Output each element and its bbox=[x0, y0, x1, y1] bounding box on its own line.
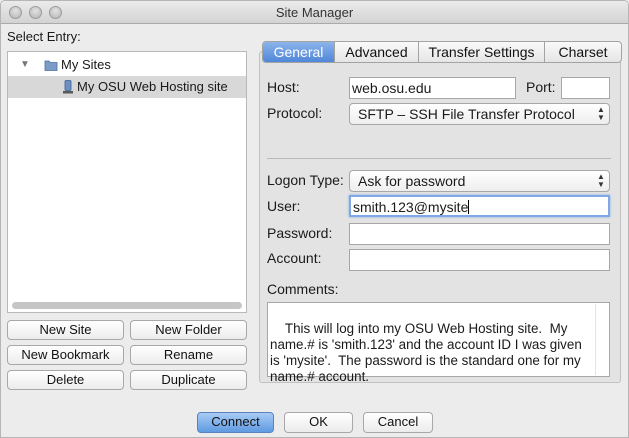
user-input[interactable]: smith.123@mysite bbox=[349, 195, 610, 217]
text-caret bbox=[468, 200, 470, 214]
cancel-button[interactable]: Cancel bbox=[363, 412, 433, 433]
tree-item-label: My Sites bbox=[61, 57, 111, 72]
account-input[interactable] bbox=[349, 249, 610, 271]
site-manager-window: Site Manager Select Entry: ▼ My Sites My… bbox=[0, 0, 629, 438]
connect-button[interactable]: Connect bbox=[197, 412, 274, 433]
tree-item-label: My OSU Web Hosting site bbox=[77, 79, 228, 94]
comments-textarea[interactable]: This will log into my OSU Web Hosting si… bbox=[267, 302, 610, 384]
port-input[interactable] bbox=[561, 77, 610, 99]
protocol-select[interactable]: SFTP – SSH File Transfer Protocol ▲ ▼ bbox=[349, 103, 610, 125]
server-icon bbox=[63, 80, 73, 94]
tree-item-my-sites[interactable]: ▼ My Sites bbox=[8, 54, 246, 76]
section-divider bbox=[267, 158, 611, 159]
tab-transfer-settings[interactable]: Transfer Settings bbox=[419, 42, 545, 62]
title-bar[interactable]: Site Manager bbox=[1, 1, 628, 24]
host-input[interactable]: web.osu.edu bbox=[349, 77, 516, 99]
port-label: Port: bbox=[526, 79, 556, 95]
rename-button[interactable]: Rename bbox=[130, 345, 247, 365]
protocol-label: Protocol: bbox=[267, 105, 323, 121]
settings-tabs: General Advanced Transfer Settings Chars… bbox=[262, 41, 622, 63]
window-title: Site Manager bbox=[275, 5, 354, 20]
protocol-selected-value: SFTP – SSH File Transfer Protocol bbox=[358, 106, 575, 122]
host-label: Host: bbox=[267, 79, 300, 95]
new-bookmark-button[interactable]: New Bookmark bbox=[7, 345, 124, 365]
logon-type-label: Logon Type: bbox=[267, 172, 344, 188]
comments-label: Comments: bbox=[267, 281, 339, 297]
new-site-button[interactable]: New Site bbox=[7, 320, 124, 340]
logon-type-selected-value: Ask for password bbox=[358, 173, 466, 189]
new-folder-button[interactable]: New Folder bbox=[130, 320, 247, 340]
password-input[interactable] bbox=[349, 223, 610, 245]
user-input-value: smith.123@mysite bbox=[353, 199, 469, 215]
duplicate-button[interactable]: Duplicate bbox=[130, 370, 247, 390]
delete-button[interactable]: Delete bbox=[7, 370, 124, 390]
disclosure-triangle-icon[interactable]: ▼ bbox=[20, 54, 30, 76]
vertical-scrollbar[interactable] bbox=[595, 304, 608, 375]
tree-item-osu-site[interactable]: My OSU Web Hosting site bbox=[8, 76, 246, 98]
site-tree[interactable]: ▼ My Sites My OSU Web Hosting site bbox=[7, 51, 247, 313]
user-label: User: bbox=[267, 198, 301, 214]
ok-button[interactable]: OK bbox=[284, 412, 353, 433]
account-label: Account: bbox=[267, 250, 322, 266]
logon-type-select[interactable]: Ask for password ▲ ▼ bbox=[349, 170, 610, 192]
tab-general[interactable]: General bbox=[263, 42, 335, 62]
password-label: Password: bbox=[267, 225, 333, 241]
folder-icon bbox=[44, 60, 58, 71]
select-entry-label: Select Entry: bbox=[7, 29, 81, 44]
select-arrows-icon: ▲ ▼ bbox=[597, 105, 605, 122]
horizontal-scrollbar[interactable] bbox=[12, 302, 242, 309]
tab-advanced[interactable]: Advanced bbox=[335, 42, 419, 62]
comments-text: This will log into my OSU Web Hosting si… bbox=[270, 321, 586, 384]
select-arrows-icon: ▲ ▼ bbox=[597, 172, 605, 189]
tab-charset[interactable]: Charset bbox=[545, 42, 621, 62]
